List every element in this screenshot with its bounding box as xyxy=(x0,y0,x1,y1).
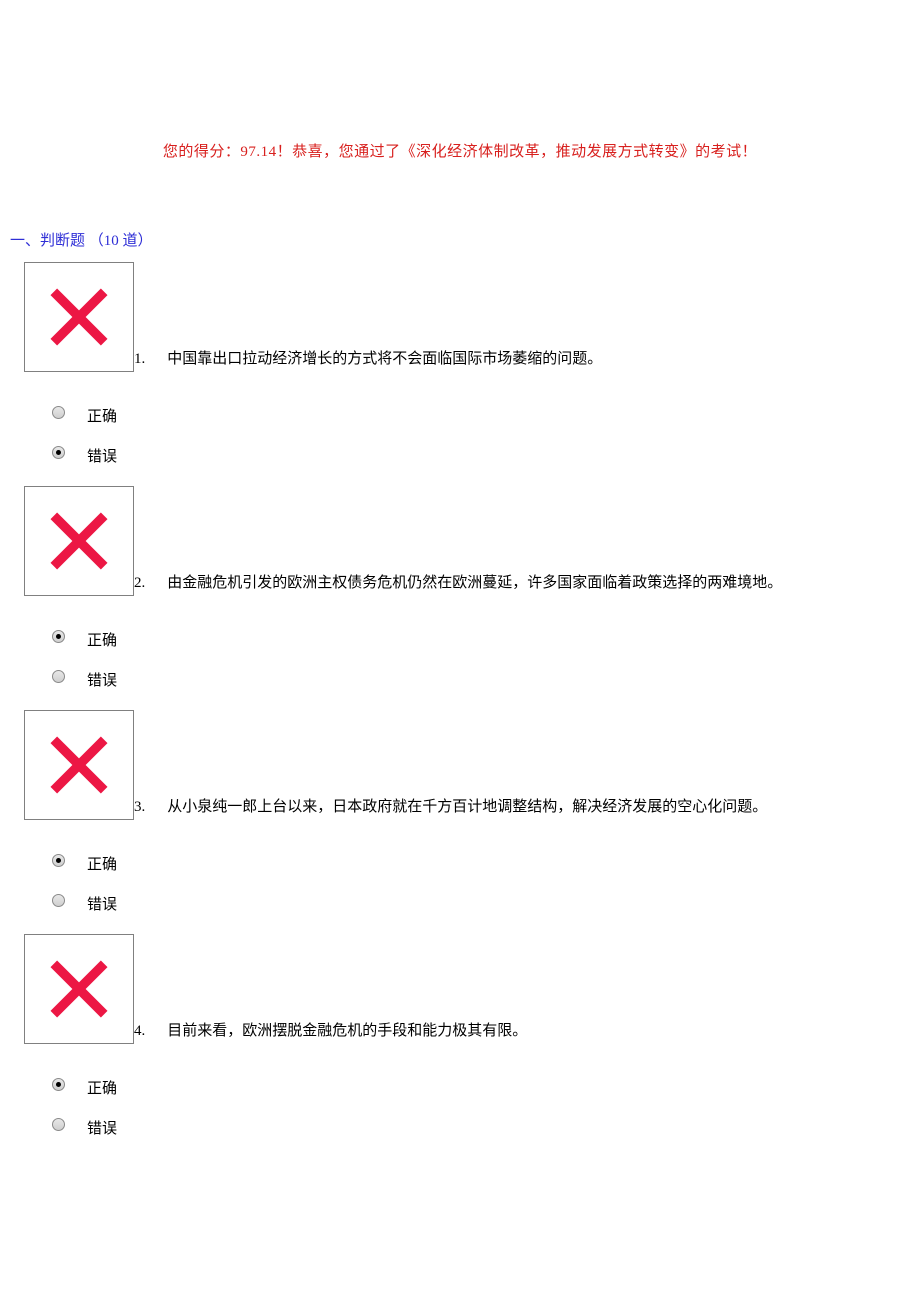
question-header-row: 4. 目前来看，欧洲摆脱金融危机的手段和能力极其有限。 xyxy=(10,934,910,1044)
answer-mark-box xyxy=(24,710,134,820)
option-row-true[interactable]: 正确 xyxy=(52,616,910,656)
question-header-row: 3. 从小泉纯一郎上台以来，日本政府就在千方百计地调整结构，解决经济发展的空心化问… xyxy=(10,710,910,820)
options-container: 正确错误 xyxy=(52,616,910,696)
option-row-false[interactable]: 错误 xyxy=(52,432,910,472)
option-label-true: 正确 xyxy=(87,399,117,426)
option-label-false: 错误 xyxy=(87,887,117,914)
answer-mark-box xyxy=(24,262,134,372)
option-label-false: 错误 xyxy=(87,1111,117,1138)
question-block: 2. 由金融危机引发的欧洲主权债务危机仍然在欧洲蔓延，许多国家面临着政策选择的两难… xyxy=(10,486,910,696)
x-mark-icon xyxy=(43,953,115,1025)
question-number: 4. xyxy=(134,1023,145,1040)
option-row-false[interactable]: 错误 xyxy=(52,656,910,696)
question-header-row: 1. 中国靠出口拉动经济增长的方式将不会面临国际市场萎缩的问题。 xyxy=(10,262,910,372)
question-text: 目前来看，欧洲摆脱金融危机的手段和能力极其有限。 xyxy=(167,1019,527,1040)
x-mark-icon xyxy=(43,505,115,577)
question-block: 4. 目前来看，欧洲摆脱金融危机的手段和能力极其有限。正确错误 xyxy=(10,934,910,1144)
answer-mark-box xyxy=(24,486,134,596)
question-block: 3. 从小泉纯一郎上台以来，日本政府就在千方百计地调整结构，解决经济发展的空心化问… xyxy=(10,710,910,920)
radio-true[interactable] xyxy=(52,406,65,419)
option-label-true: 正确 xyxy=(87,847,117,874)
question-header-row: 2. 由金融危机引发的欧洲主权债务危机仍然在欧洲蔓延，许多国家面临着政策选择的两难… xyxy=(10,486,910,596)
question-text: 从小泉纯一郎上台以来，日本政府就在千方百计地调整结构，解决经济发展的空心化问题。 xyxy=(167,795,767,816)
x-mark-icon xyxy=(43,729,115,801)
options-container: 正确错误 xyxy=(52,1064,910,1144)
option-label-false: 错误 xyxy=(87,663,117,690)
radio-true[interactable] xyxy=(52,630,65,643)
option-row-true[interactable]: 正确 xyxy=(52,840,910,880)
question-number: 2. xyxy=(134,575,145,592)
radio-true[interactable] xyxy=(52,1078,65,1091)
x-mark-icon xyxy=(43,281,115,353)
questions-container: 1.中国靠出口拉动经济增长的方式将不会面临国际市场萎缩的问题。正确错误2.由金融… xyxy=(10,262,910,1144)
question-text: 中国靠出口拉动经济增长的方式将不会面临国际市场萎缩的问题。 xyxy=(167,347,602,368)
exam-page: 您的得分：97.14！恭喜，您通过了《深化经济体制改革，推动发展方式转变》的考试… xyxy=(0,0,920,1218)
question-number: 3. xyxy=(134,799,145,816)
option-row-false[interactable]: 错误 xyxy=(52,1104,910,1144)
option-label-true: 正确 xyxy=(87,623,117,650)
options-container: 正确错误 xyxy=(52,392,910,472)
question-number: 1. xyxy=(134,351,145,368)
option-label-true: 正确 xyxy=(87,1071,117,1098)
radio-false[interactable] xyxy=(52,446,65,459)
option-row-false[interactable]: 错误 xyxy=(52,880,910,920)
radio-false[interactable] xyxy=(52,1118,65,1131)
score-line: 您的得分：97.14！恭喜，您通过了《深化经济体制改革，推动发展方式转变》的考试… xyxy=(10,140,910,161)
answer-mark-box xyxy=(24,934,134,1044)
radio-false[interactable] xyxy=(52,670,65,683)
radio-true[interactable] xyxy=(52,854,65,867)
option-row-true[interactable]: 正确 xyxy=(52,392,910,432)
options-container: 正确错误 xyxy=(52,840,910,920)
section-header: 一、判断题 （10 道） xyxy=(10,229,910,250)
question-block: 1. 中国靠出口拉动经济增长的方式将不会面临国际市场萎缩的问题。正确错误 xyxy=(10,262,910,472)
question-text: 由金融危机引发的欧洲主权债务危机仍然在欧洲蔓延，许多国家面临着政策选择的两难境地… xyxy=(167,571,782,592)
radio-false[interactable] xyxy=(52,894,65,907)
option-label-false: 错误 xyxy=(87,439,117,466)
option-row-true[interactable]: 正确 xyxy=(52,1064,910,1104)
